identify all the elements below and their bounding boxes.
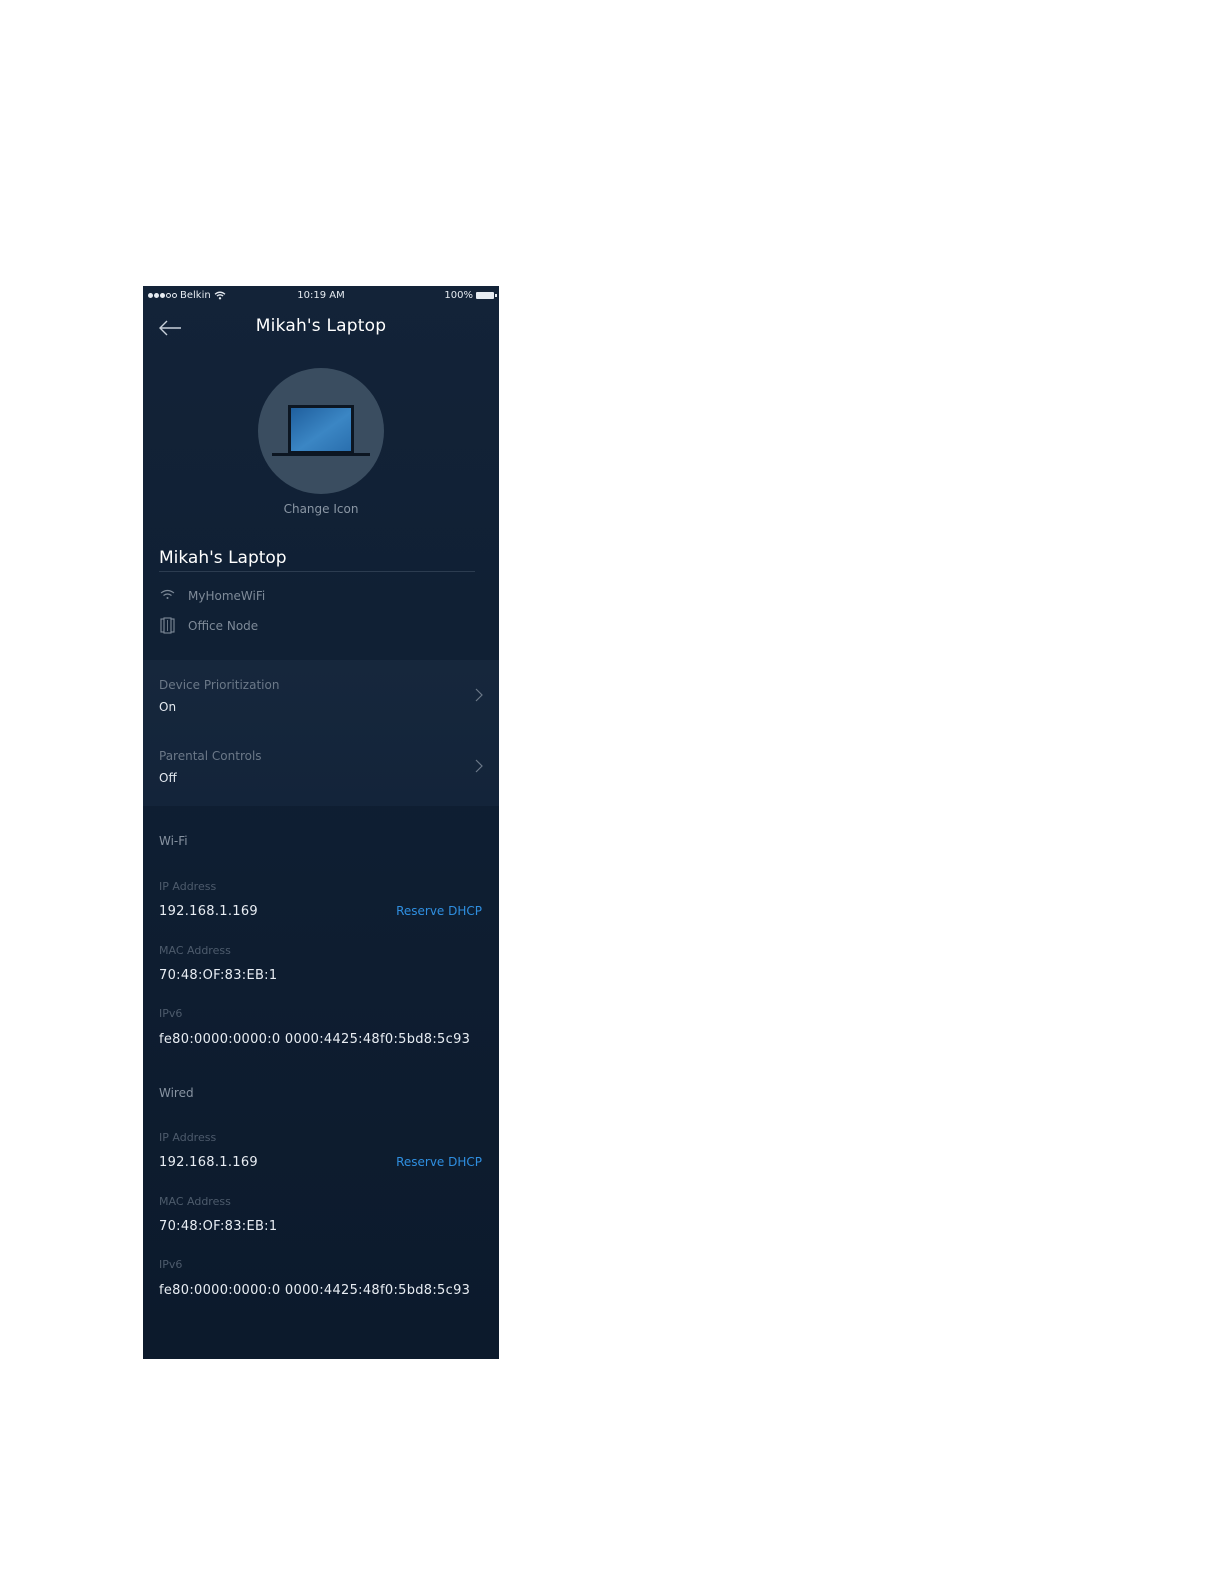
wifi-ipv6-label: IPv6: [159, 1007, 183, 1020]
setting-value: On: [159, 700, 177, 714]
page-title: Mikah's Laptop: [255, 316, 387, 336]
laptop-icon: [272, 405, 370, 456]
node-name: Office Node: [188, 618, 259, 633]
chevron-right-icon: [475, 688, 483, 702]
wired-section-title: Wired: [159, 1086, 194, 1100]
node-icon: [160, 617, 175, 634]
settings-list: Device Prioritization On Parental Contro…: [143, 660, 499, 806]
device-icon-button[interactable]: [258, 368, 384, 494]
setting-value: Off: [159, 771, 177, 785]
wifi-reserve-dhcp-link[interactable]: Reserve DHCP: [396, 904, 482, 918]
network-name: MyHomeWiFi: [188, 588, 266, 603]
setting-label: Parental Controls: [159, 749, 262, 763]
wifi-section-title: Wi-Fi: [159, 834, 188, 848]
wifi-icon: [160, 589, 175, 599]
device-prioritization-row[interactable]: Device Prioritization On: [143, 660, 499, 730]
wifi-ip-label: IP Address: [159, 880, 217, 893]
name-underline: [159, 571, 475, 572]
battery-percent: 100%: [444, 290, 473, 301]
parental-controls-row[interactable]: Parental Controls Off: [143, 731, 499, 801]
device-detail-screen: Belkin 10:19 AM 100% Mikah's Laptop Chan…: [143, 286, 499, 1359]
wifi-mac-value: 70:48:OF:83:EB:1: [159, 968, 278, 983]
status-bar: Belkin 10:19 AM 100%: [143, 286, 499, 308]
status-right: 100%: [444, 290, 497, 301]
wired-mac-label: MAC Address: [159, 1195, 231, 1208]
chevron-right-icon: [475, 759, 483, 773]
node-row: Office Node: [159, 617, 258, 634]
wired-reserve-dhcp-link[interactable]: Reserve DHCP: [396, 1155, 482, 1169]
wired-ip-label: IP Address: [159, 1131, 217, 1144]
wired-ipv6-value: fe80:0000:0000:0 0000:4425:48f0:5bd8:5c9…: [159, 1283, 471, 1298]
change-icon-link[interactable]: Change Icon: [143, 502, 499, 516]
network-row: MyHomeWiFi: [159, 587, 265, 604]
wifi-ipv6-value: fe80:0000:0000:0 0000:4425:48f0:5bd8:5c9…: [159, 1032, 471, 1047]
wifi-ip-value: 192.168.1.169: [159, 904, 259, 919]
wifi-mac-label: MAC Address: [159, 944, 231, 957]
wired-ip-value: 192.168.1.169: [159, 1155, 259, 1170]
battery-icon: [476, 292, 497, 299]
setting-label: Device Prioritization: [159, 678, 280, 692]
device-name-field[interactable]: Mikah's Laptop: [159, 548, 287, 568]
wired-ipv6-label: IPv6: [159, 1258, 183, 1271]
wired-mac-value: 70:48:OF:83:EB:1: [159, 1219, 278, 1234]
